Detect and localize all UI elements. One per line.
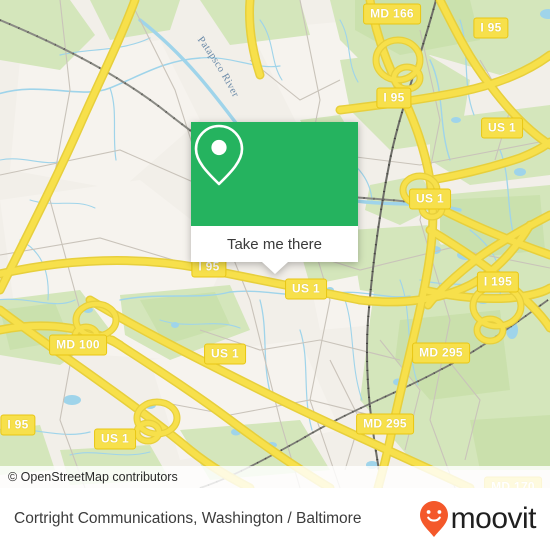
moovit-station-card-screen: Patapsco River MD 166 I 95 I 95 US 1 US …	[0, 0, 550, 550]
shield-us-1-ne[interactable]: US 1	[481, 117, 523, 139]
place-title: Cortright Communications, Washington / B…	[14, 510, 362, 527]
take-me-there-button[interactable]: Take me there	[191, 226, 358, 262]
station-popup-card[interactable]: Take me there	[191, 122, 358, 274]
shield-us-1-c[interactable]: US 1	[285, 278, 327, 300]
shield-us-1-s[interactable]: US 1	[94, 428, 136, 450]
shield-i-95-sw[interactable]: I 95	[0, 414, 36, 436]
osm-attribution-text: © OpenStreetMap contributors	[8, 470, 178, 484]
shield-md-295-n[interactable]: MD 295	[412, 342, 470, 364]
shield-i-195[interactable]: I 195	[476, 271, 520, 293]
moovit-pin-smiley-icon	[419, 501, 448, 537]
map-pin-icon	[194, 124, 244, 186]
take-me-there-label: Take me there	[226, 235, 323, 253]
popup-header	[191, 122, 358, 226]
shield-i-95-ne[interactable]: I 95	[473, 17, 509, 39]
shield-md-295-s[interactable]: MD 295	[356, 413, 414, 435]
popup-pointer-tail	[261, 262, 288, 274]
shield-us-1-sw[interactable]: US 1	[204, 343, 246, 365]
footer-bar: Cortright Communications, Washington / B…	[0, 488, 550, 550]
shield-md-100[interactable]: MD 100	[49, 334, 107, 356]
moovit-logo[interactable]: moovit	[419, 500, 537, 538]
shield-i-95-n[interactable]: I 95	[376, 87, 412, 109]
shield-us-1-e[interactable]: US 1	[409, 188, 451, 210]
osm-attribution[interactable]: © OpenStreetMap contributors	[0, 466, 550, 488]
shield-md-166[interactable]: MD 166	[363, 3, 421, 25]
map-canvas[interactable]: Patapsco River MD 166 I 95 I 95 US 1 US …	[0, 0, 550, 488]
moovit-wordmark: moovit	[450, 502, 537, 535]
